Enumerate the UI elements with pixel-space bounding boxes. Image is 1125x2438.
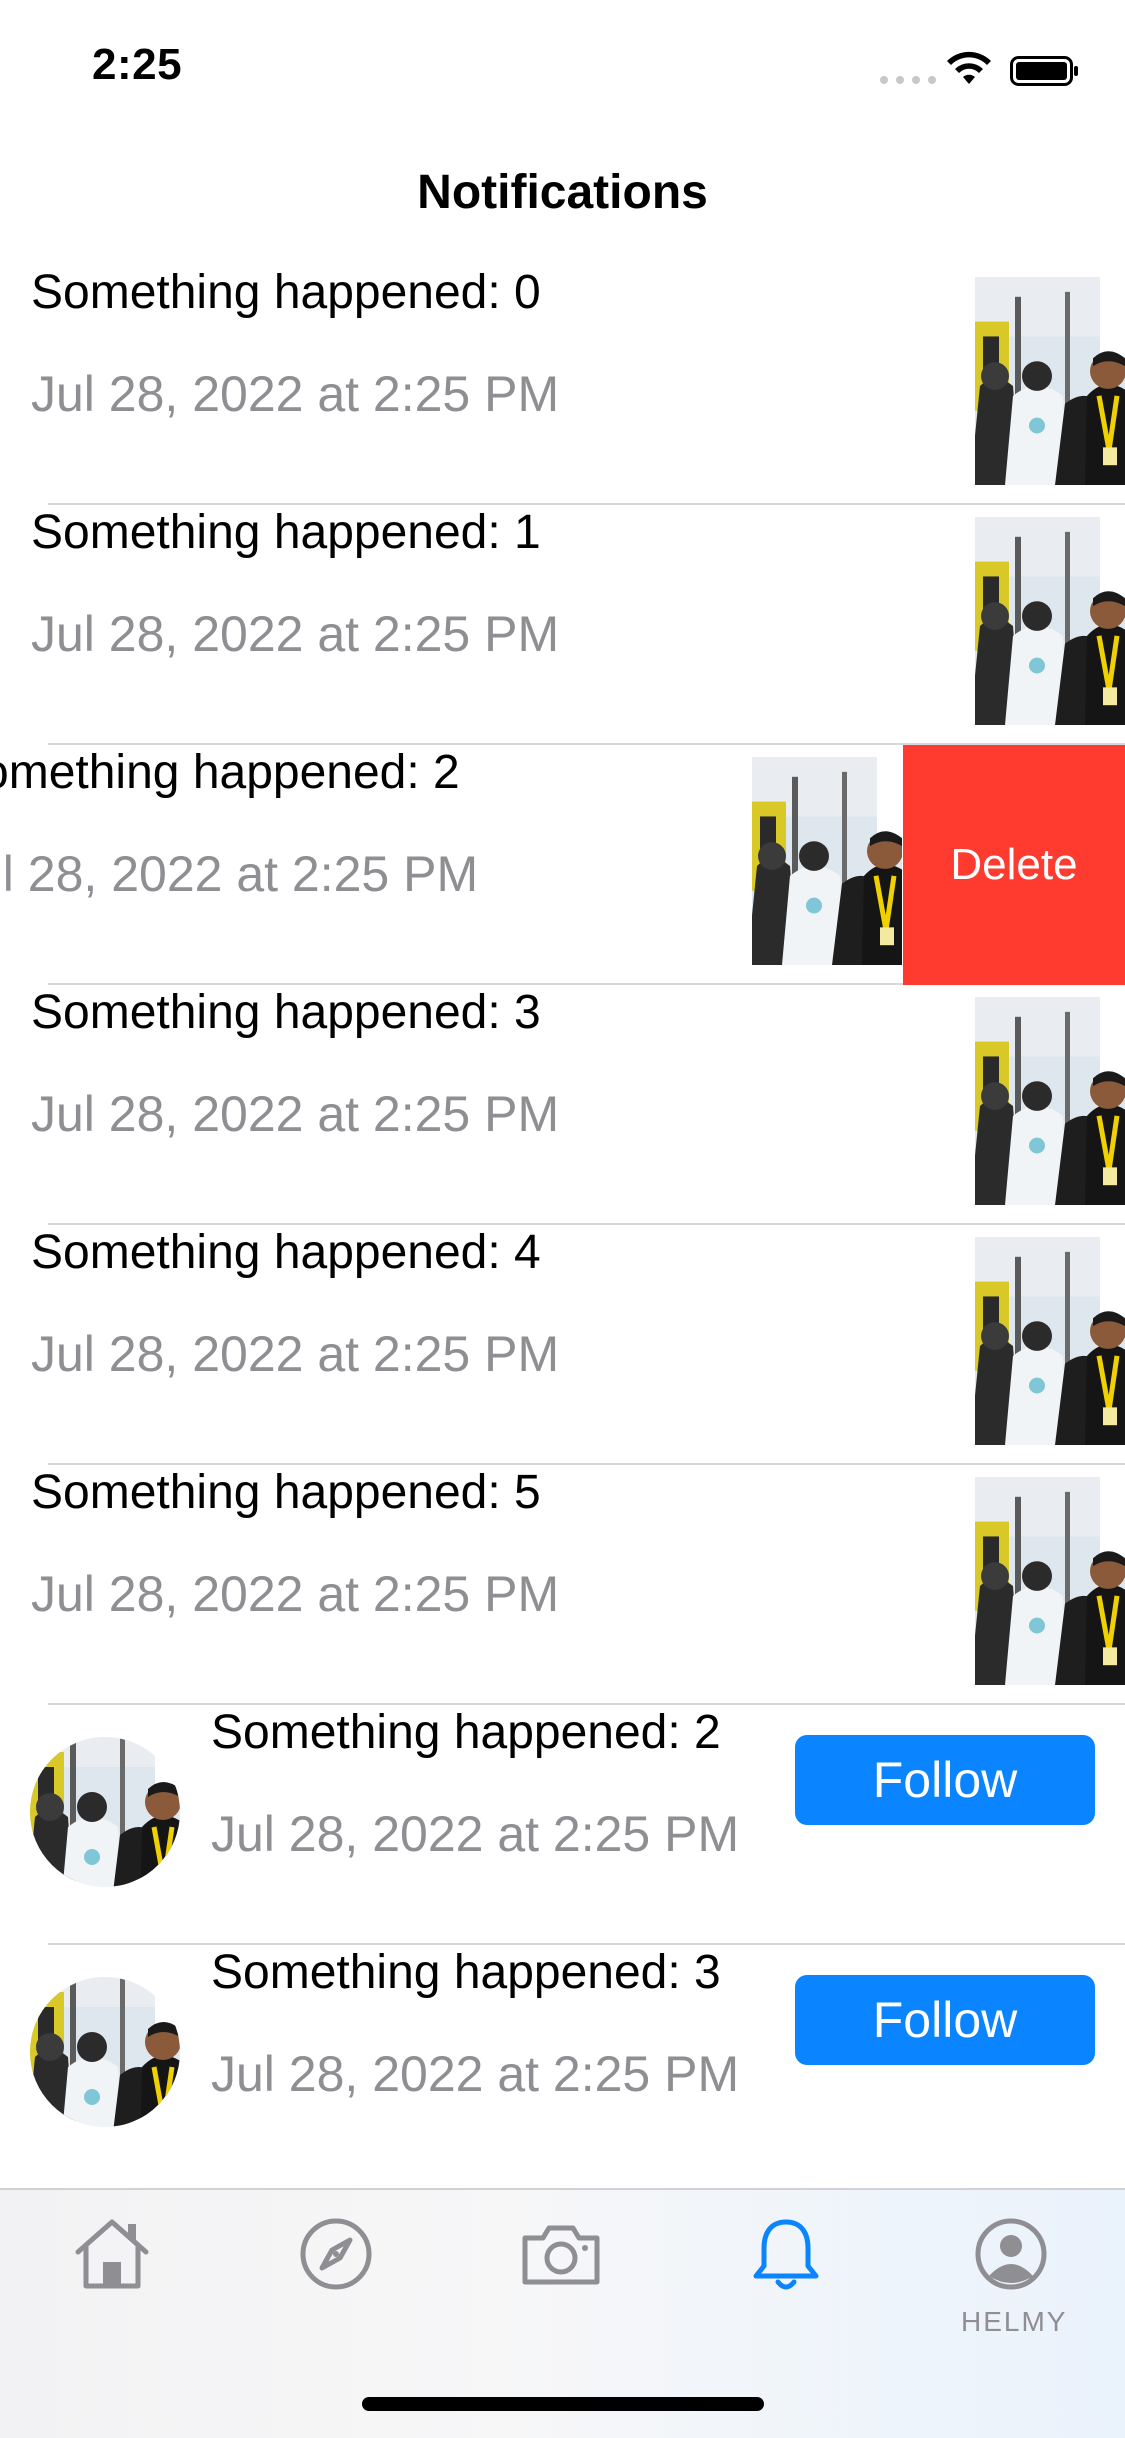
notification-date: Jul 28, 2022 at 2:25 PM	[31, 366, 560, 422]
compass-icon	[300, 2218, 372, 2290]
signal-icon	[880, 76, 936, 84]
status-bar: 2:25	[0, 0, 1125, 132]
notification-title: Something happened: 2	[211, 1706, 721, 1759]
tab-home[interactable]	[62, 2212, 162, 2332]
status-time: 2:25	[92, 40, 183, 89]
notification-title: Something happened: 2	[0, 746, 460, 799]
follow-list-item[interactable]: Something happened: 3 Jul 28, 2022 at 2:…	[0, 1945, 1125, 2185]
notification-title: Something happened: 5	[31, 1466, 541, 1519]
profile-icon	[975, 2218, 1047, 2290]
home-icon	[75, 2219, 149, 2289]
notification-date: Jul 28, 2022 at 2:25 PM	[211, 1806, 740, 1862]
notification-date: Jul 28, 2022 at 2:25 PM	[211, 2046, 740, 2102]
page-title: Notifications	[417, 166, 708, 219]
notification-date: Jul 28, 2022 at 2:25 PM	[31, 1326, 560, 1382]
post-thumbnail[interactable]	[975, 517, 1125, 725]
home-indicator	[362, 2397, 764, 2411]
follow-button[interactable]: Follow	[795, 1735, 1095, 1825]
list-item[interactable]: Something happened: 5 Jul 28, 2022 at 2:…	[0, 1465, 1125, 1705]
follow-button[interactable]: Follow	[795, 1975, 1095, 2065]
follow-list-item[interactable]: Something happened: 2 Jul 28, 2022 at 2:…	[0, 1705, 1125, 1945]
list-item[interactable]: Something happened: 1 Jul 28, 2022 at 2:…	[0, 505, 1125, 745]
notification-title: Something happened: 1	[31, 506, 541, 559]
battery-icon	[1010, 56, 1078, 86]
notification-date: Jul 28, 2022 at 2:25 PM	[31, 1566, 560, 1622]
notification-title: Something happened: 3	[211, 1946, 721, 1999]
post-thumbnail[interactable]	[975, 997, 1125, 1205]
tab-profile[interactable]: HELMY	[961, 2212, 1065, 2337]
notification-title: Something happened: 3	[31, 986, 541, 1039]
notification-title: Something happened: 4	[31, 1226, 541, 1279]
notification-date: Jul 28, 2022 at 2:25 PM	[0, 846, 479, 902]
list-item[interactable]: Something happened: 4 Jul 28, 2022 at 2:…	[0, 1225, 1125, 1465]
tab-explore[interactable]	[286, 2212, 386, 2332]
post-thumbnail[interactable]	[975, 1237, 1125, 1445]
list-item[interactable]: Something happened: 0 Jul 28, 2022 at 2:…	[0, 265, 1125, 505]
tab-notifications[interactable]	[736, 2212, 836, 2332]
camera-icon	[522, 2225, 600, 2285]
post-thumbnail[interactable]	[975, 277, 1125, 485]
tab-label: HELMY	[961, 2306, 1068, 2337]
avatar[interactable]	[30, 1977, 180, 2127]
tab-camera[interactable]	[511, 2212, 611, 2332]
wifi-icon	[947, 51, 991, 84]
post-thumbnail[interactable]	[752, 757, 902, 965]
list-item[interactable]: Something happened: 3 Jul 28, 2022 at 2:…	[0, 985, 1125, 1225]
post-thumbnail[interactable]	[975, 1477, 1125, 1685]
notification-date: Jul 28, 2022 at 2:25 PM	[31, 606, 560, 662]
avatar[interactable]	[30, 1737, 180, 1887]
notification-date: Jul 28, 2022 at 2:25 PM	[31, 1086, 560, 1142]
delete-button[interactable]: Delete	[903, 745, 1125, 985]
notification-title: Something happened: 0	[31, 266, 541, 319]
bell-icon	[753, 2219, 819, 2290]
